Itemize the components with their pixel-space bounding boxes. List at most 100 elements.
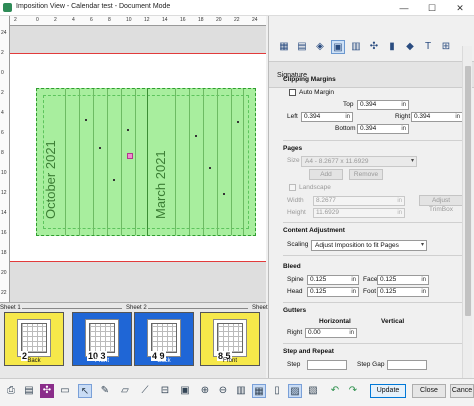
page-column-line: [189, 89, 190, 235]
unit-label: in: [349, 330, 354, 336]
redo-icon[interactable]: ↷: [346, 384, 360, 398]
foot-bleed-value: 0.125: [380, 288, 397, 295]
bars-icon[interactable]: ▮: [385, 40, 399, 54]
package-icon[interactable]: ◈: [313, 40, 327, 54]
fit-page-icon[interactable]: ▣: [178, 384, 192, 398]
calendar-mark: [209, 167, 211, 169]
gutter-right-field[interactable]: 0.00 in: [305, 328, 357, 338]
zoom-out-icon[interactable]: ⊖: [216, 384, 230, 398]
move-icon[interactable]: ⊟: [158, 384, 172, 398]
ruler-tick: 2: [54, 17, 57, 23]
step-label: Step: [287, 361, 301, 368]
ruler-tick: 2: [1, 50, 4, 56]
page-thumbnail[interactable]: 10 3 Front: [72, 312, 132, 366]
crop-icon[interactable]: ⊞: [439, 40, 453, 54]
document-icon[interactable]: ▯: [270, 384, 284, 398]
page-side-label: Back: [27, 358, 41, 364]
panel-toolbar: ▦ ▤ ◈ ▣ ▥ ✣ ▮ ◆ T ⊞: [269, 32, 474, 62]
measure-icon[interactable]: ⟋: [138, 384, 152, 398]
scrollbar-thumb[interactable]: [465, 66, 471, 316]
signature-layout[interactable]: October 2021 March 2021: [36, 88, 256, 236]
page-thumbnail[interactable]: 4 9 Back: [134, 312, 194, 366]
marks-icon[interactable]: ✣: [367, 40, 381, 54]
ruler-icon[interactable]: ▱: [118, 384, 132, 398]
center-handle[interactable]: [127, 153, 133, 159]
section-divider: [283, 302, 463, 303]
page-height-value: 11.6929: [316, 209, 340, 216]
bottom-margin-field[interactable]: 0.394 in: [357, 124, 409, 134]
remove-page-size-button[interactable]: Remove: [349, 169, 383, 180]
page-thumbnail[interactable]: 2 Back: [4, 312, 64, 366]
left-margin-field[interactable]: 0.394 in: [301, 112, 353, 122]
page-column-line: [79, 89, 80, 235]
signature-icon[interactable]: ▣: [331, 40, 345, 54]
month-label-right: March 2021: [153, 150, 168, 219]
grid-icon[interactable]: ▦: [277, 40, 291, 54]
pages-icon[interactable]: ▭: [58, 384, 72, 398]
text-icon[interactable]: T: [421, 40, 435, 54]
panel-scrollbar[interactable]: [462, 46, 472, 378]
foot-bleed-field[interactable]: 0.125 in: [377, 287, 429, 297]
cancel-button[interactable]: Cance: [450, 384, 474, 398]
page-height-field[interactable]: 11.6929 in: [313, 208, 405, 218]
sheet-icon[interactable]: ▥: [349, 40, 363, 54]
page-size-select[interactable]: A4 - 8.2677 x 11.6929 ▾: [301, 156, 417, 167]
lock-icon[interactable]: ▨: [288, 384, 302, 398]
section-divider: [283, 255, 463, 256]
clipping-margins-heading: Clipping Margins: [283, 76, 336, 83]
auto-margin-checkbox[interactable]: [289, 89, 296, 96]
top-margin-field[interactable]: 0.394 in: [357, 100, 409, 110]
imposition-icon[interactable]: ✣: [40, 384, 54, 398]
update-button[interactable]: Update: [370, 384, 406, 398]
auto-margin-label: Auto Margin: [299, 89, 335, 96]
undo-icon[interactable]: ↶: [328, 384, 342, 398]
page-column-line: [203, 89, 204, 235]
ruler-tick: 4: [1, 110, 4, 116]
ruler-tick: 16: [180, 17, 186, 23]
add-page-size-button[interactable]: Add: [309, 169, 343, 180]
ruler-tick: 4: [72, 17, 75, 23]
face-bleed-field[interactable]: 0.125 in: [377, 275, 429, 285]
right-margin-field[interactable]: 0.394 in: [411, 112, 463, 122]
sheet-divider: [22, 308, 122, 309]
close-window-button[interactable]: ✕: [446, 0, 474, 16]
vertical-label: Vertical: [381, 318, 405, 325]
zoom-in-icon[interactable]: ⊕: [198, 384, 212, 398]
layout-icon[interactable]: ▤: [295, 40, 309, 54]
close-button[interactable]: Close: [412, 384, 446, 398]
save-icon[interactable]: ▤: [22, 384, 36, 398]
page-column-line: [135, 89, 136, 235]
left-margin-value: 0.394: [304, 113, 321, 120]
scaling-select[interactable]: Adjust Imposition to fit Pages ▾: [311, 240, 427, 251]
step-field[interactable]: [307, 360, 347, 370]
color-icon[interactable]: ◆: [403, 40, 417, 54]
print-icon[interactable]: ⎙: [4, 384, 18, 398]
spine-line: [147, 89, 148, 235]
select-arrow-icon[interactable]: ↖: [78, 384, 92, 398]
page-column-line: [243, 89, 244, 235]
landscape-checkbox[interactable]: [289, 184, 296, 191]
spine-bleed-field[interactable]: 0.125 in: [307, 275, 359, 285]
page-side-label: Back: [157, 358, 171, 364]
face-label: Face: [363, 276, 378, 283]
maximize-button[interactable]: ☐: [418, 0, 446, 16]
spine-bleed-value: 0.125: [310, 276, 327, 283]
gutters-heading: Gutters: [283, 307, 307, 314]
width-label: Width: [287, 197, 304, 204]
page-width-field[interactable]: 8.2677 in: [313, 196, 405, 206]
minimize-button[interactable]: —: [390, 0, 418, 16]
ruler-tick: 12: [1, 190, 7, 196]
adjust-trimbox-button[interactable]: Adjust TrimBox: [419, 195, 463, 213]
page-thumbnail[interactable]: 8 5 Front: [200, 312, 260, 366]
page-width-value: 8.2677: [316, 197, 336, 204]
pen-icon[interactable]: ✎: [98, 384, 112, 398]
size-label: Size: [287, 157, 300, 164]
layout-view-icon[interactable]: ▦: [252, 384, 266, 398]
scaling-label: Scaling: [287, 241, 309, 248]
sheet-label: Sheet 2: [126, 305, 147, 311]
unlock-icon[interactable]: ▧: [306, 384, 320, 398]
head-bleed-field[interactable]: 0.125 in: [307, 287, 359, 297]
step-gap-field[interactable]: [387, 360, 427, 370]
fit-width-icon[interactable]: ▥: [234, 384, 248, 398]
section-divider: [283, 140, 463, 141]
